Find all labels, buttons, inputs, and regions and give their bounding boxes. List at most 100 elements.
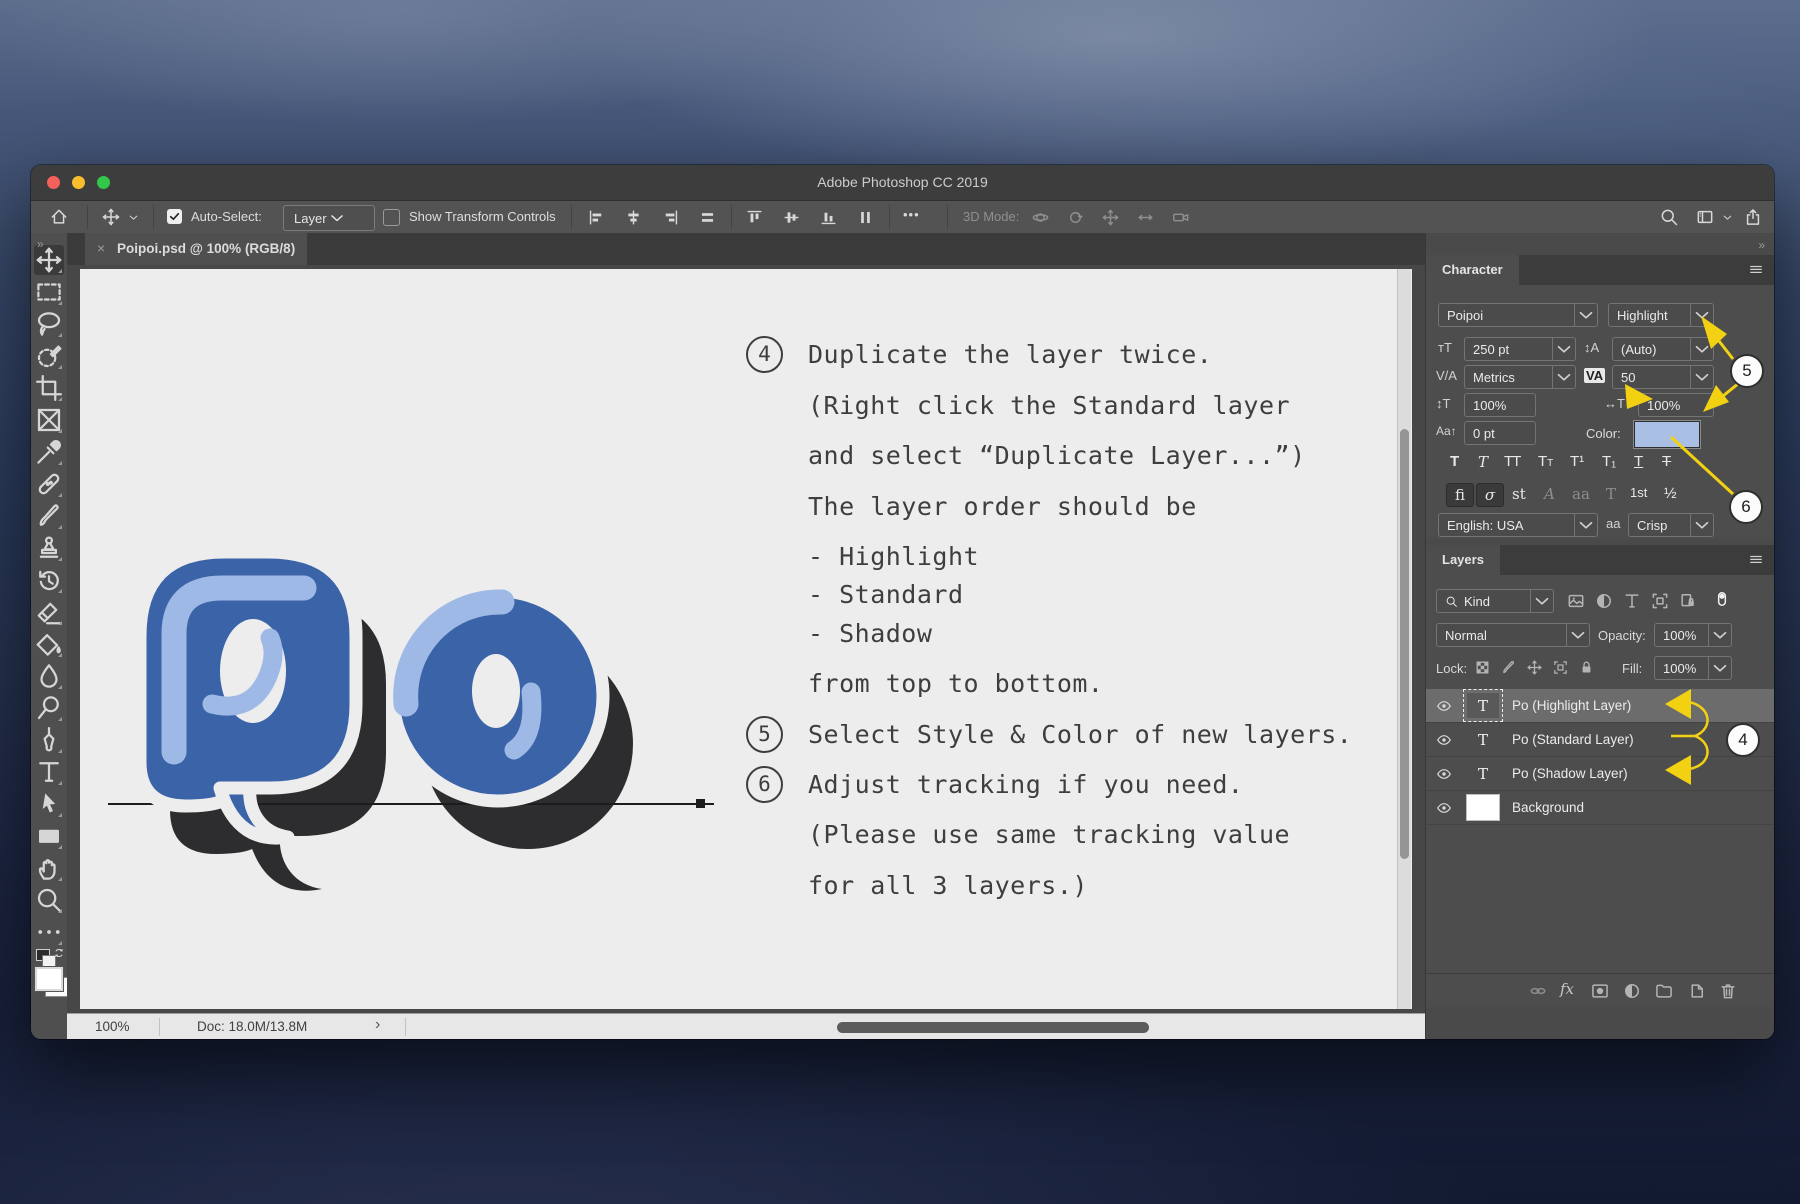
horizontal-scrollbar-thumb[interactable]	[837, 1022, 1149, 1033]
underline-toggle[interactable]: T	[1634, 453, 1643, 470]
align-vertical-centers-icon[interactable]	[782, 208, 801, 227]
swash-toggle[interactable]: A	[1544, 485, 1555, 503]
new-layer-icon[interactable]	[1686, 981, 1706, 1001]
swap-colors-icon[interactable]	[53, 947, 65, 959]
crop-tool[interactable]	[34, 373, 64, 403]
chevron-down-icon[interactable]	[1708, 624, 1731, 646]
3d-camera-icon[interactable]	[1171, 208, 1190, 227]
leading-field[interactable]: (Auto)	[1612, 337, 1714, 361]
filter-shape-layers-icon[interactable]	[1650, 591, 1670, 611]
layer-style-fx-icon[interactable]: fx	[1560, 980, 1574, 998]
font-family-field[interactable]: Poipoi	[1438, 303, 1598, 327]
align-right-edges-icon[interactable]	[661, 208, 680, 227]
layer-thumbnail[interactable]: T	[1466, 760, 1500, 787]
layer-row-highlight[interactable]: T Po (Highlight Layer)	[1426, 689, 1774, 723]
subscript-toggle[interactable]: T₁	[1602, 453, 1616, 470]
chevron-down-icon[interactable]	[1552, 338, 1575, 360]
vertical-scrollbar-thumb[interactable]	[1400, 429, 1409, 859]
horizontal-scale-field[interactable]: 100%	[1638, 393, 1714, 417]
tab-character[interactable]: Character	[1426, 255, 1519, 285]
history-brush-tool[interactable]	[34, 565, 64, 595]
auto-select-target-dropdown[interactable]: Layer	[283, 205, 375, 231]
close-tab-icon[interactable]: ×	[97, 240, 105, 256]
fill-field[interactable]: 100%	[1654, 656, 1732, 680]
antialias-field[interactable]: Crisp	[1628, 513, 1714, 537]
filter-smart-objects-icon[interactable]	[1678, 591, 1698, 611]
quick-select-tool[interactable]	[34, 341, 64, 371]
strikethrough-toggle[interactable]: T	[1662, 453, 1671, 470]
all-caps-toggle[interactable]: TT	[1504, 453, 1520, 470]
opacity-field[interactable]: 100%	[1654, 623, 1732, 647]
panel-menu-icon[interactable]	[1747, 553, 1765, 567]
layer-row-shadow[interactable]: T Po (Shadow Layer)	[1426, 757, 1774, 791]
eraser-tool[interactable]	[34, 597, 64, 627]
chevron-down-icon[interactable]	[1708, 657, 1731, 679]
home-icon[interactable]	[49, 207, 69, 227]
add-mask-icon[interactable]	[1590, 981, 1610, 1001]
foreground-color-swatch[interactable]	[35, 967, 63, 991]
fractions-toggle[interactable]: ½	[1664, 485, 1677, 502]
stylistic-alternates-toggle[interactable]: aa	[1572, 485, 1590, 503]
delete-layer-icon[interactable]	[1718, 981, 1738, 1001]
lasso-tool[interactable]	[34, 309, 64, 339]
layer-row-background[interactable]: Background	[1426, 791, 1774, 825]
filter-toggle-icon[interactable]	[1712, 589, 1732, 609]
chevron-down-icon[interactable]	[1574, 304, 1597, 326]
clone-stamp-tool[interactable]	[34, 533, 64, 563]
layer-filter-field[interactable]: Kind	[1436, 589, 1554, 613]
search-icon[interactable]	[1659, 207, 1679, 227]
type-tool[interactable]	[34, 757, 64, 787]
share-icon[interactable]	[1743, 207, 1763, 227]
distribute-horizontal-icon[interactable]	[698, 208, 717, 227]
document-tab[interactable]: × Poipoi.psd @ 100% (RGB/8)	[85, 233, 307, 265]
3d-slide-icon[interactable]	[1136, 208, 1155, 227]
chevron-down-icon[interactable]	[1574, 514, 1597, 536]
dodge-tool[interactable]	[34, 693, 64, 723]
adjustment-layer-icon[interactable]	[1622, 981, 1642, 1001]
vertical-scale-field[interactable]: 100%	[1464, 393, 1536, 417]
lock-pixels-icon[interactable]	[1500, 659, 1517, 676]
font-style-field[interactable]: Highlight	[1608, 303, 1714, 327]
visibility-eye-icon[interactable]	[1436, 732, 1452, 748]
superscript-toggle[interactable]: T¹	[1570, 453, 1584, 470]
shape-tool[interactable]	[34, 821, 64, 851]
tab-layers[interactable]: Layers	[1426, 545, 1500, 575]
filter-type-layers-icon[interactable]	[1622, 591, 1642, 611]
move-tool-options-icon[interactable]	[101, 207, 121, 227]
ordinals-toggle[interactable]: 1st	[1630, 485, 1647, 500]
filter-pixel-layers-icon[interactable]	[1566, 591, 1586, 611]
layer-row-standard[interactable]: T Po (Standard Layer)	[1426, 723, 1774, 757]
new-group-icon[interactable]	[1654, 981, 1674, 1001]
3d-orbit-icon[interactable]	[1031, 208, 1050, 227]
hand-tool[interactable]	[34, 853, 64, 883]
chevron-down-icon[interactable]	[1721, 211, 1734, 224]
visibility-eye-icon[interactable]	[1436, 800, 1452, 816]
lock-artboard-icon[interactable]	[1552, 659, 1569, 676]
align-left-edges-icon[interactable]	[587, 208, 606, 227]
titling-alternates-toggle[interactable]: T	[1606, 485, 1616, 503]
vertical-scrollbar[interactable]	[1397, 269, 1411, 1009]
link-layers-icon[interactable]	[1528, 981, 1548, 1001]
faux-italic-toggle[interactable]: T	[1478, 453, 1488, 471]
blur-tool[interactable]	[34, 661, 64, 691]
3d-roll-icon[interactable]	[1066, 208, 1085, 227]
frame-tool[interactable]	[34, 405, 64, 435]
lock-position-icon[interactable]	[1526, 659, 1543, 676]
healing-brush-tool[interactable]	[34, 469, 64, 499]
align-bottom-edges-icon[interactable]	[819, 208, 838, 227]
toolbar-overflow-chevrons[interactable]: »	[37, 237, 44, 251]
visibility-eye-icon[interactable]	[1436, 698, 1452, 714]
chevron-down-icon[interactable]	[1690, 514, 1713, 536]
tracking-field[interactable]: 50	[1612, 365, 1714, 389]
edit-toolbar-icon[interactable]	[34, 917, 64, 947]
chevron-down-icon[interactable]	[1690, 366, 1713, 388]
path-select-tool[interactable]	[34, 789, 64, 819]
canvas[interactable]: 4Duplicate the layer twice. (Right click…	[80, 269, 1412, 1009]
contextual-alternates-toggle[interactable]: σ	[1476, 483, 1504, 507]
kerning-field[interactable]: Metrics	[1464, 365, 1576, 389]
chevron-down-icon[interactable]	[1690, 338, 1713, 360]
faux-bold-toggle[interactable]: T	[1450, 453, 1459, 470]
align-top-edges-icon[interactable]	[745, 208, 764, 227]
layer-thumbnail[interactable]: T	[1466, 726, 1500, 753]
workspace-switcher-icon[interactable]	[1695, 207, 1715, 227]
